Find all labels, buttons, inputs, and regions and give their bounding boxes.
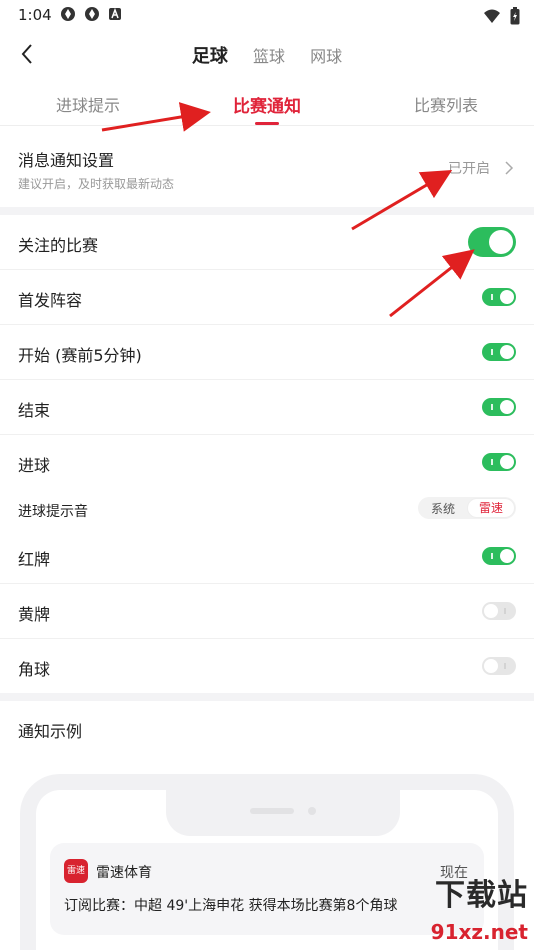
setting-row-yellow-card: 黄牌: [0, 584, 534, 639]
yellow-card-toggle[interactable]: [482, 602, 516, 620]
toggle-knob: [500, 455, 514, 469]
lineup-toggle[interactable]: [482, 288, 516, 306]
toggle-knob: [489, 230, 513, 254]
status-time: 1:04: [18, 6, 52, 24]
tab-match-list[interactable]: 比赛列表: [376, 92, 516, 116]
toggle-knob: [484, 659, 498, 673]
toggle-mark: [504, 608, 506, 614]
sport-tabs: 足球 篮球 网球: [0, 42, 534, 68]
toggle-mark: [491, 459, 493, 465]
battery-icon: [510, 6, 520, 24]
toggle-mark: [491, 553, 493, 559]
setting-row-start: 开始 (赛前5分钟): [0, 325, 534, 380]
sound-option-leisu[interactable]: 雷速: [467, 498, 515, 518]
setting-label: 关注的比赛: [18, 236, 99, 255]
toggle-mark: [491, 404, 493, 410]
setting-row-corner: 角球: [0, 639, 534, 694]
tab-label: 比赛列表: [413, 96, 478, 115]
setting-row-end: 结束: [0, 380, 534, 435]
followed-matches-toggle[interactable]: [468, 227, 516, 257]
tab-label: 进球提示: [55, 96, 120, 115]
app-notification-icon: [61, 7, 75, 21]
toggle-knob: [500, 549, 514, 563]
red-card-toggle[interactable]: [482, 547, 516, 565]
watermark-title: 下载站: [435, 878, 528, 913]
start-toggle[interactable]: [482, 343, 516, 361]
setting-label: 开始 (赛前5分钟): [18, 346, 142, 365]
toggle-knob: [500, 290, 514, 304]
toggle-knob: [500, 345, 514, 359]
notification-app-name: 雷速体育: [96, 865, 152, 881]
toggle-mark: [504, 663, 506, 669]
tab-goal-alerts[interactable]: 进球提示: [18, 92, 158, 116]
end-toggle[interactable]: [482, 398, 516, 416]
setting-label: 结束: [18, 401, 51, 420]
goal-sound-label: 进球提示音: [18, 504, 88, 520]
setting-label: 首发阵容: [18, 291, 83, 310]
tab-basketball[interactable]: 篮球: [253, 43, 285, 67]
status-right: [483, 5, 520, 25]
setting-label: 角球: [18, 660, 51, 679]
message-settings-status: 已开启: [448, 161, 490, 177]
message-settings-subtitle: 建议开启，及时获取最新动态: [18, 177, 175, 191]
setting-row-red-card: 红牌: [0, 529, 534, 584]
sub-tabs: 进球提示 比赛通知 比赛列表: [0, 80, 534, 126]
message-settings-title: 消息通知设置: [18, 151, 115, 170]
message-notification-settings[interactable]: 消息通知设置 建议开启，及时获取最新动态 已开启: [0, 127, 534, 207]
toggle-mark: [491, 349, 493, 355]
goal-toggle[interactable]: [482, 453, 516, 471]
section-divider: [0, 207, 534, 215]
status-bar: 1:04: [0, 0, 534, 28]
watermark-url: 91xz.net: [430, 920, 528, 944]
top-nav: 足球 篮球 网球: [0, 30, 534, 78]
tab-match-notifications[interactable]: 比赛通知: [197, 92, 337, 125]
toggle-knob: [500, 400, 514, 414]
phone-notch: [166, 788, 400, 836]
tab-tennis[interactable]: 网球: [310, 43, 342, 67]
active-tab-indicator: [255, 122, 279, 125]
sound-option-system[interactable]: 系统: [419, 500, 467, 517]
toggle-mark: [491, 294, 493, 300]
tab-football[interactable]: 足球: [192, 42, 228, 68]
setting-row-followed-matches: 关注的比赛: [0, 215, 534, 270]
phone-camera: [308, 807, 316, 815]
watermark: 下载站 91xz.net: [364, 870, 534, 950]
setting-row-lineup: 首发阵容: [0, 270, 534, 325]
notification-body: 订阅比赛：中超 49'上海申花 获得本场比赛第8个角球: [64, 898, 398, 914]
goal-sound-row: 进球提示音 系统 雷速: [0, 489, 534, 529]
app-notification-icon: [85, 7, 99, 21]
notification-example-title: 通知示例: [18, 722, 83, 741]
app-logo-icon: 雷速: [64, 859, 88, 883]
section-divider: [0, 693, 534, 701]
setting-label: 进球: [18, 456, 51, 475]
font-app-icon: [109, 7, 121, 20]
tab-label: 比赛通知: [233, 97, 301, 117]
phone-speaker: [250, 808, 294, 814]
toggle-knob: [484, 604, 498, 618]
setting-row-goal: 进球: [0, 435, 534, 490]
wifi-icon: [483, 9, 500, 23]
chevron-right-icon: [505, 161, 514, 175]
setting-label: 红牌: [18, 550, 51, 569]
goal-sound-segmented-control: 系统 雷速: [418, 497, 516, 519]
setting-label: 黄牌: [18, 605, 51, 624]
corner-toggle[interactable]: [482, 657, 516, 675]
